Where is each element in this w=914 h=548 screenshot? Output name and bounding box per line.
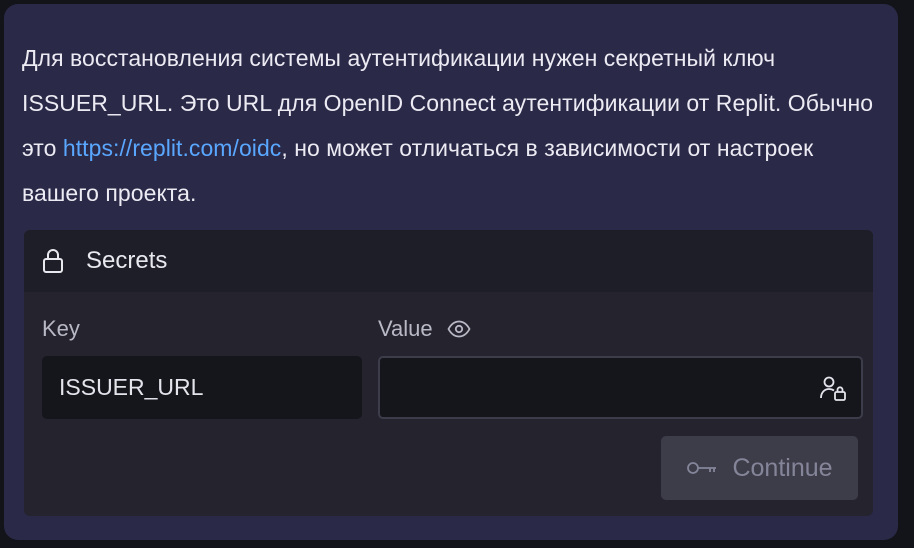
user-lock-icon[interactable] (819, 374, 847, 402)
key-icon (686, 460, 718, 476)
secrets-panel: Secrets Key Value ISSUER_URL Continue (24, 230, 873, 516)
agent-message-card: Для восстановления системы аутентификаци… (4, 4, 898, 540)
key-label: Key (42, 316, 80, 341)
value-input[interactable] (378, 356, 863, 419)
oidc-link[interactable]: https://replit.com/oidc (63, 135, 281, 161)
key-field: ISSUER_URL (42, 356, 362, 419)
agent-message: Для восстановления системы аутентификаци… (22, 36, 882, 216)
lock-icon (42, 247, 66, 275)
eye-icon[interactable] (447, 320, 471, 338)
secrets-title: Secrets (86, 247, 168, 274)
continue-label: Continue (732, 453, 833, 482)
value-label-row: Value (378, 316, 471, 342)
continue-button[interactable]: Continue (661, 436, 858, 500)
secrets-header: Secrets (24, 230, 873, 292)
value-label: Value (378, 316, 433, 341)
